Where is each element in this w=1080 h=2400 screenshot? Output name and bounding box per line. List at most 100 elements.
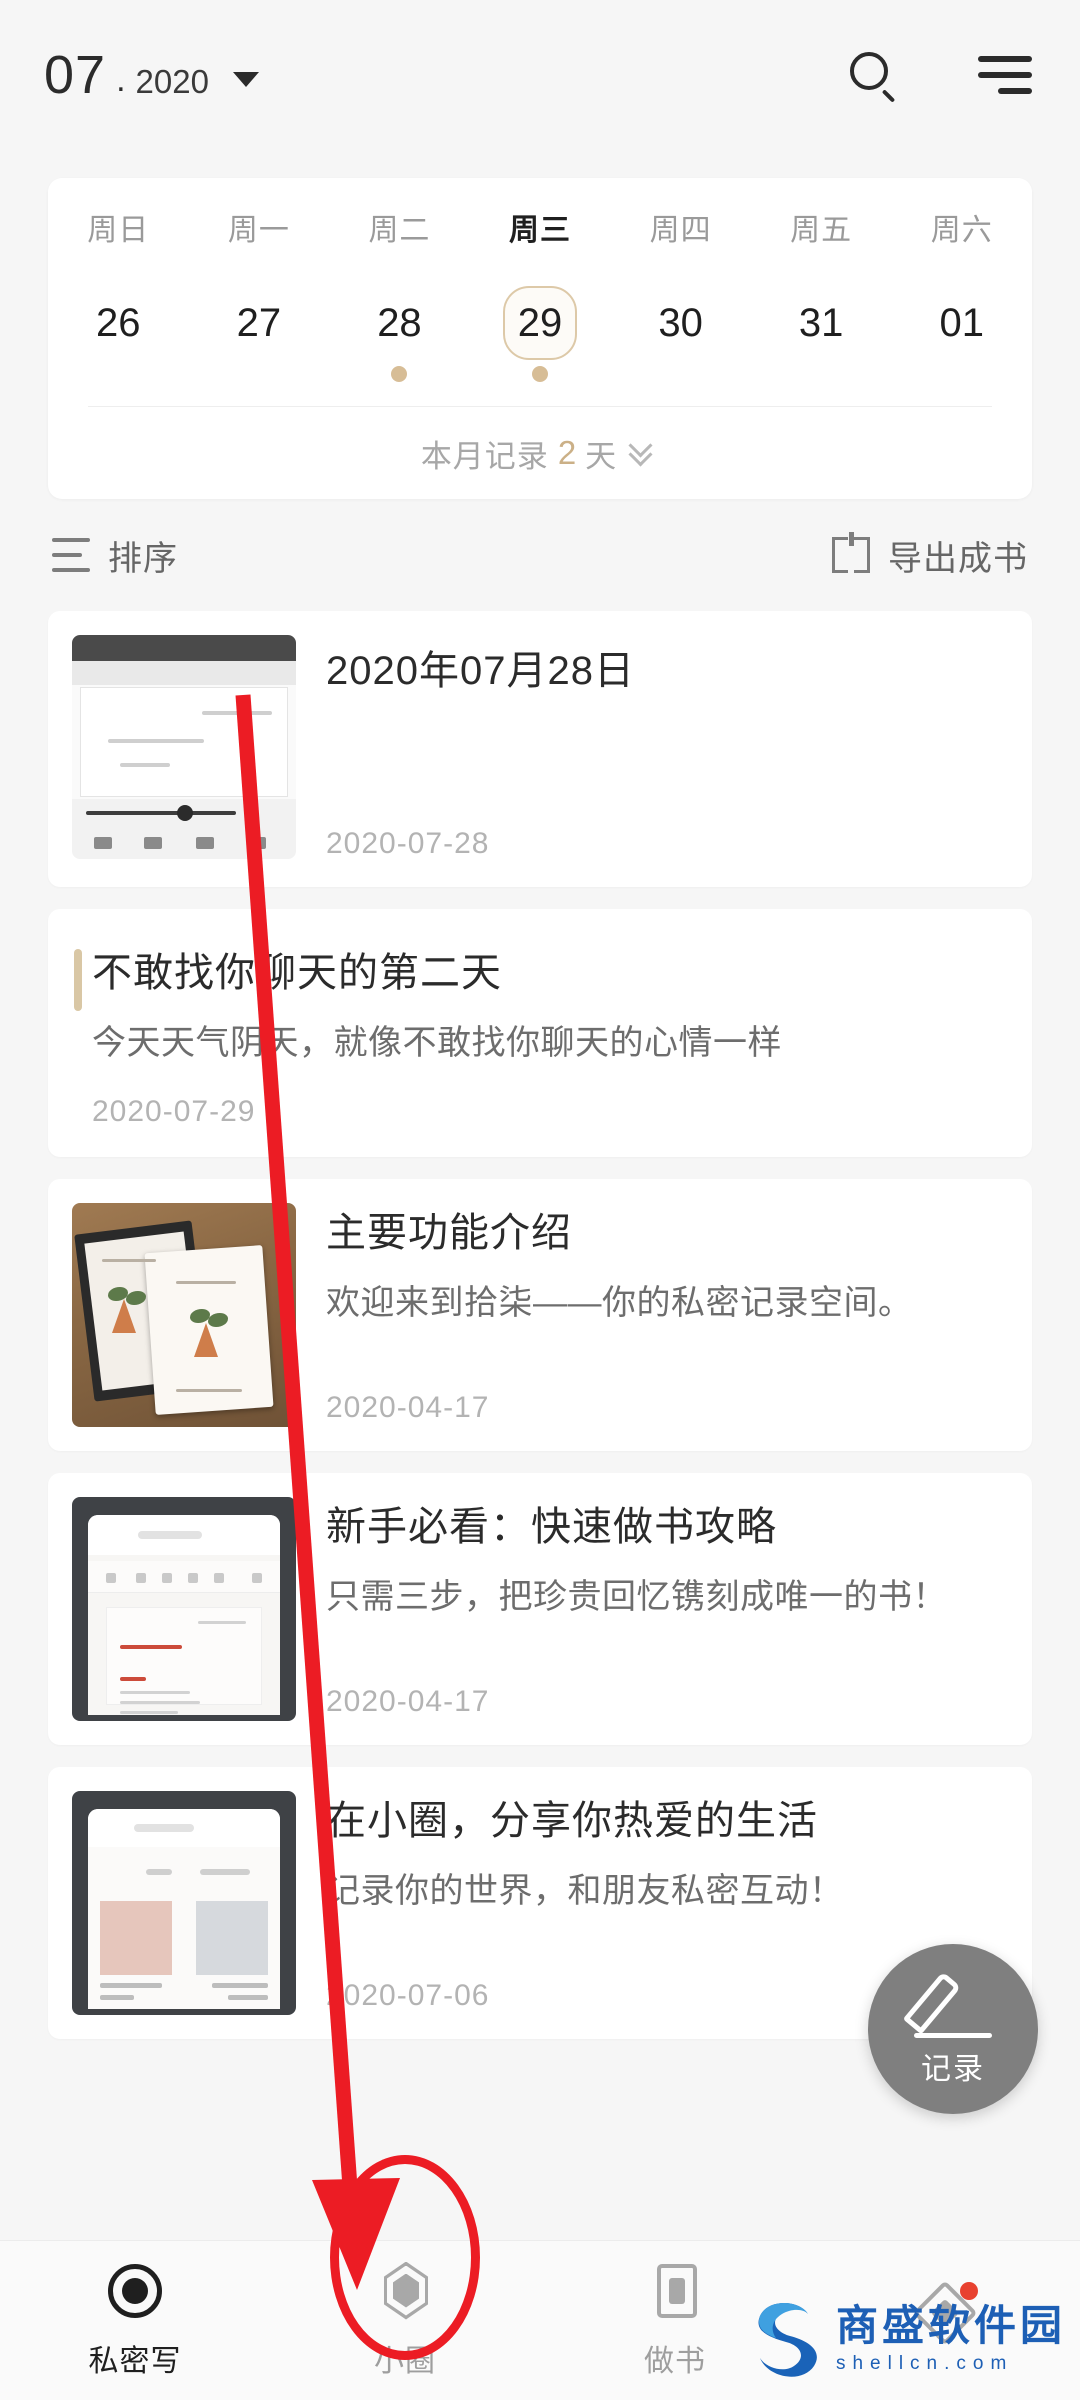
top-app-bar: 07 . 2020: [0, 0, 1080, 150]
sort-lines-icon: [52, 538, 90, 572]
nav-tab-private-write[interactable]: 私密写: [0, 2262, 270, 2380]
day-number-wrap: 28: [362, 286, 436, 360]
day-number: 01: [939, 301, 985, 345]
weekday-label: 周一: [227, 214, 290, 247]
calendar-day-cell[interactable]: 周日 26: [48, 216, 189, 394]
hexagon-icon: [376, 2261, 434, 2320]
calendar-week-card: 周日 26 周一 27 周二 28 周三 29 周四 30 周五 31 周六 0…: [48, 178, 1032, 499]
entry-title: 在小圈，分享你热爱的生活: [326, 1798, 818, 1843]
sort-label: 排序: [108, 539, 178, 578]
entry-title: 新手必看：快速做书攻略: [326, 1504, 777, 1549]
list-item[interactable]: 主要功能介绍 欢迎来到拾柒——你的私密记录空间。 2020-04-17: [48, 1178, 1032, 1451]
circle-dot-icon: [106, 2262, 164, 2320]
day-number-wrap: 30: [644, 286, 718, 360]
day-number-selected: 29: [503, 286, 578, 360]
entry-description: 记录你的世界，和朋友私密互动！: [326, 1871, 844, 1910]
record-dot-row: [251, 360, 267, 394]
day-number: 27: [236, 301, 282, 345]
day-number-wrap: 27: [222, 286, 296, 360]
record-dot-row: [110, 360, 126, 394]
export-book-button[interactable]: 导出成书: [832, 531, 1028, 580]
current-year: 2020: [135, 63, 209, 100]
new-record-fab[interactable]: 记录: [868, 1944, 1038, 2114]
menu-button[interactable]: [974, 44, 1036, 106]
entry-content: 2020年07月28日 2020-07-28: [296, 611, 1032, 887]
calendar-day-cell[interactable]: 周五 31: [751, 216, 892, 394]
weekday-label: 周五: [790, 214, 853, 247]
entry-date: 2020-04-17: [326, 1684, 490, 1718]
entry-date: 2020-07-28: [326, 827, 490, 860]
day-number: 28: [377, 301, 422, 345]
export-label: 导出成书: [888, 539, 1028, 578]
entry-description: 今天天气阴天，就像不敢找你聊天的心情一样: [92, 1024, 782, 1062]
record-dot-row: [391, 360, 408, 394]
search-button[interactable]: [842, 44, 904, 106]
record-dot-row: [813, 360, 829, 394]
day-number-wrap: 01: [925, 286, 999, 360]
day-number: 26: [96, 301, 141, 345]
pencil-icon: [902, 1970, 992, 2038]
entry-thumbnail: [72, 1790, 296, 2015]
weekday-label: 周六: [930, 214, 993, 247]
entry-title: 不敢找你聊天的第二天: [92, 951, 502, 995]
month-year-separator: .: [116, 61, 126, 99]
double-chevron-down-icon: [628, 433, 659, 467]
list-item[interactable]: 2020年07月28日 2020-07-28: [48, 611, 1032, 887]
book-icon: [646, 2262, 704, 2320]
month-record-summary[interactable]: 本月记录 2 天: [48, 407, 1032, 499]
weekday-label: 周二: [368, 214, 431, 247]
record-dot-row: [954, 360, 970, 394]
weekday-label: 周四: [649, 214, 712, 247]
calendar-week-row: 周日 26 周一 27 周二 28 周三 29 周四 30 周五 31 周六 0…: [48, 216, 1032, 394]
sort-button[interactable]: 排序: [52, 531, 178, 580]
month-record-prefix: 本月记录: [420, 438, 549, 474]
watermark-en: shellcn.com: [835, 2353, 1014, 2374]
month-record-count: 2: [557, 434, 577, 471]
entry-content: 新手必看：快速做书攻略 只需三步，把珍贵回忆镌刻成唯一的书！ 2020-04-1…: [296, 1473, 1032, 1745]
entry-list: 2020年07月28日 2020-07-28 不敢找你聊天的第二天 今天天气阴天…: [48, 611, 1032, 2039]
list-item[interactable]: 不敢找你聊天的第二天 今天天气阴天，就像不敢找你聊天的心情一样 2020-07-…: [48, 909, 1032, 1157]
list-item[interactable]: 新手必看：快速做书攻略 只需三步，把珍贵回忆镌刻成唯一的书！ 2020-04-1…: [48, 1472, 1032, 1745]
site-watermark: 商盛软件园 shellcn.com: [750, 2296, 1066, 2382]
calendar-day-cell[interactable]: 周六 01: [891, 216, 1032, 394]
fab-label: 记录: [921, 2053, 985, 2086]
list-toolbar: 排序 导出成书: [52, 499, 1028, 611]
nav-label: 小圈: [374, 2344, 436, 2378]
entry-date: 2020-07-29: [92, 1094, 256, 1128]
nav-tab-small-circle[interactable]: 小圈: [270, 2261, 540, 2380]
weekday-label: 周日: [87, 214, 150, 247]
record-dot: [532, 366, 549, 382]
entry-date: 2020-04-17: [326, 1390, 490, 1424]
entry-thumbnail: [72, 635, 296, 859]
entry-title: 主要功能介绍: [326, 1210, 572, 1255]
record-dot-row: [532, 360, 549, 394]
day-number-wrap: 31: [784, 286, 858, 360]
calendar-day-cell[interactable]: 周二 28: [329, 216, 470, 394]
entry-content: 主要功能介绍 欢迎来到拾柒——你的私密记录空间。 2020-04-17: [296, 1179, 1032, 1451]
record-dot: [391, 366, 408, 382]
month-record-suffix: 天: [585, 438, 618, 474]
entry-thumbnail: [72, 1496, 296, 1721]
weekday-label: 周三: [509, 214, 572, 247]
watermark-cn: 商盛软件园: [835, 2302, 1066, 2349]
calendar-day-cell-selected[interactable]: 周三 29: [470, 216, 611, 394]
watermark-text: 商盛软件园 shellcn.com: [835, 2302, 1066, 2374]
entry-content: 不敢找你聊天的第二天 今天天气阴天，就像不敢找你聊天的心情一样 2020-07-…: [48, 909, 1032, 1157]
entry-thumbnail: [72, 1202, 296, 1427]
entry-description: 只需三步，把珍贵回忆镌刻成唯一的书！: [326, 1577, 947, 1616]
entry-accent-bar: [74, 949, 82, 1011]
calendar-day-cell[interactable]: 周四 30: [610, 216, 751, 394]
search-icon: [850, 52, 896, 103]
hamburger-menu-icon: [978, 56, 1032, 94]
nav-label: 私密写: [88, 2344, 182, 2378]
month-year-selector[interactable]: 07 . 2020: [44, 44, 259, 106]
entry-title: 2020年07月28日: [326, 649, 635, 693]
nav-label: 做书: [644, 2344, 706, 2378]
watermark-logo-icon: [758, 2303, 817, 2377]
day-number: 30: [658, 301, 703, 345]
calendar-day-cell[interactable]: 周一 27: [189, 216, 330, 394]
day-number: 31: [798, 301, 844, 345]
caret-down-icon: [232, 72, 259, 87]
top-actions: [842, 44, 1036, 106]
open-book-icon: [832, 532, 870, 573]
